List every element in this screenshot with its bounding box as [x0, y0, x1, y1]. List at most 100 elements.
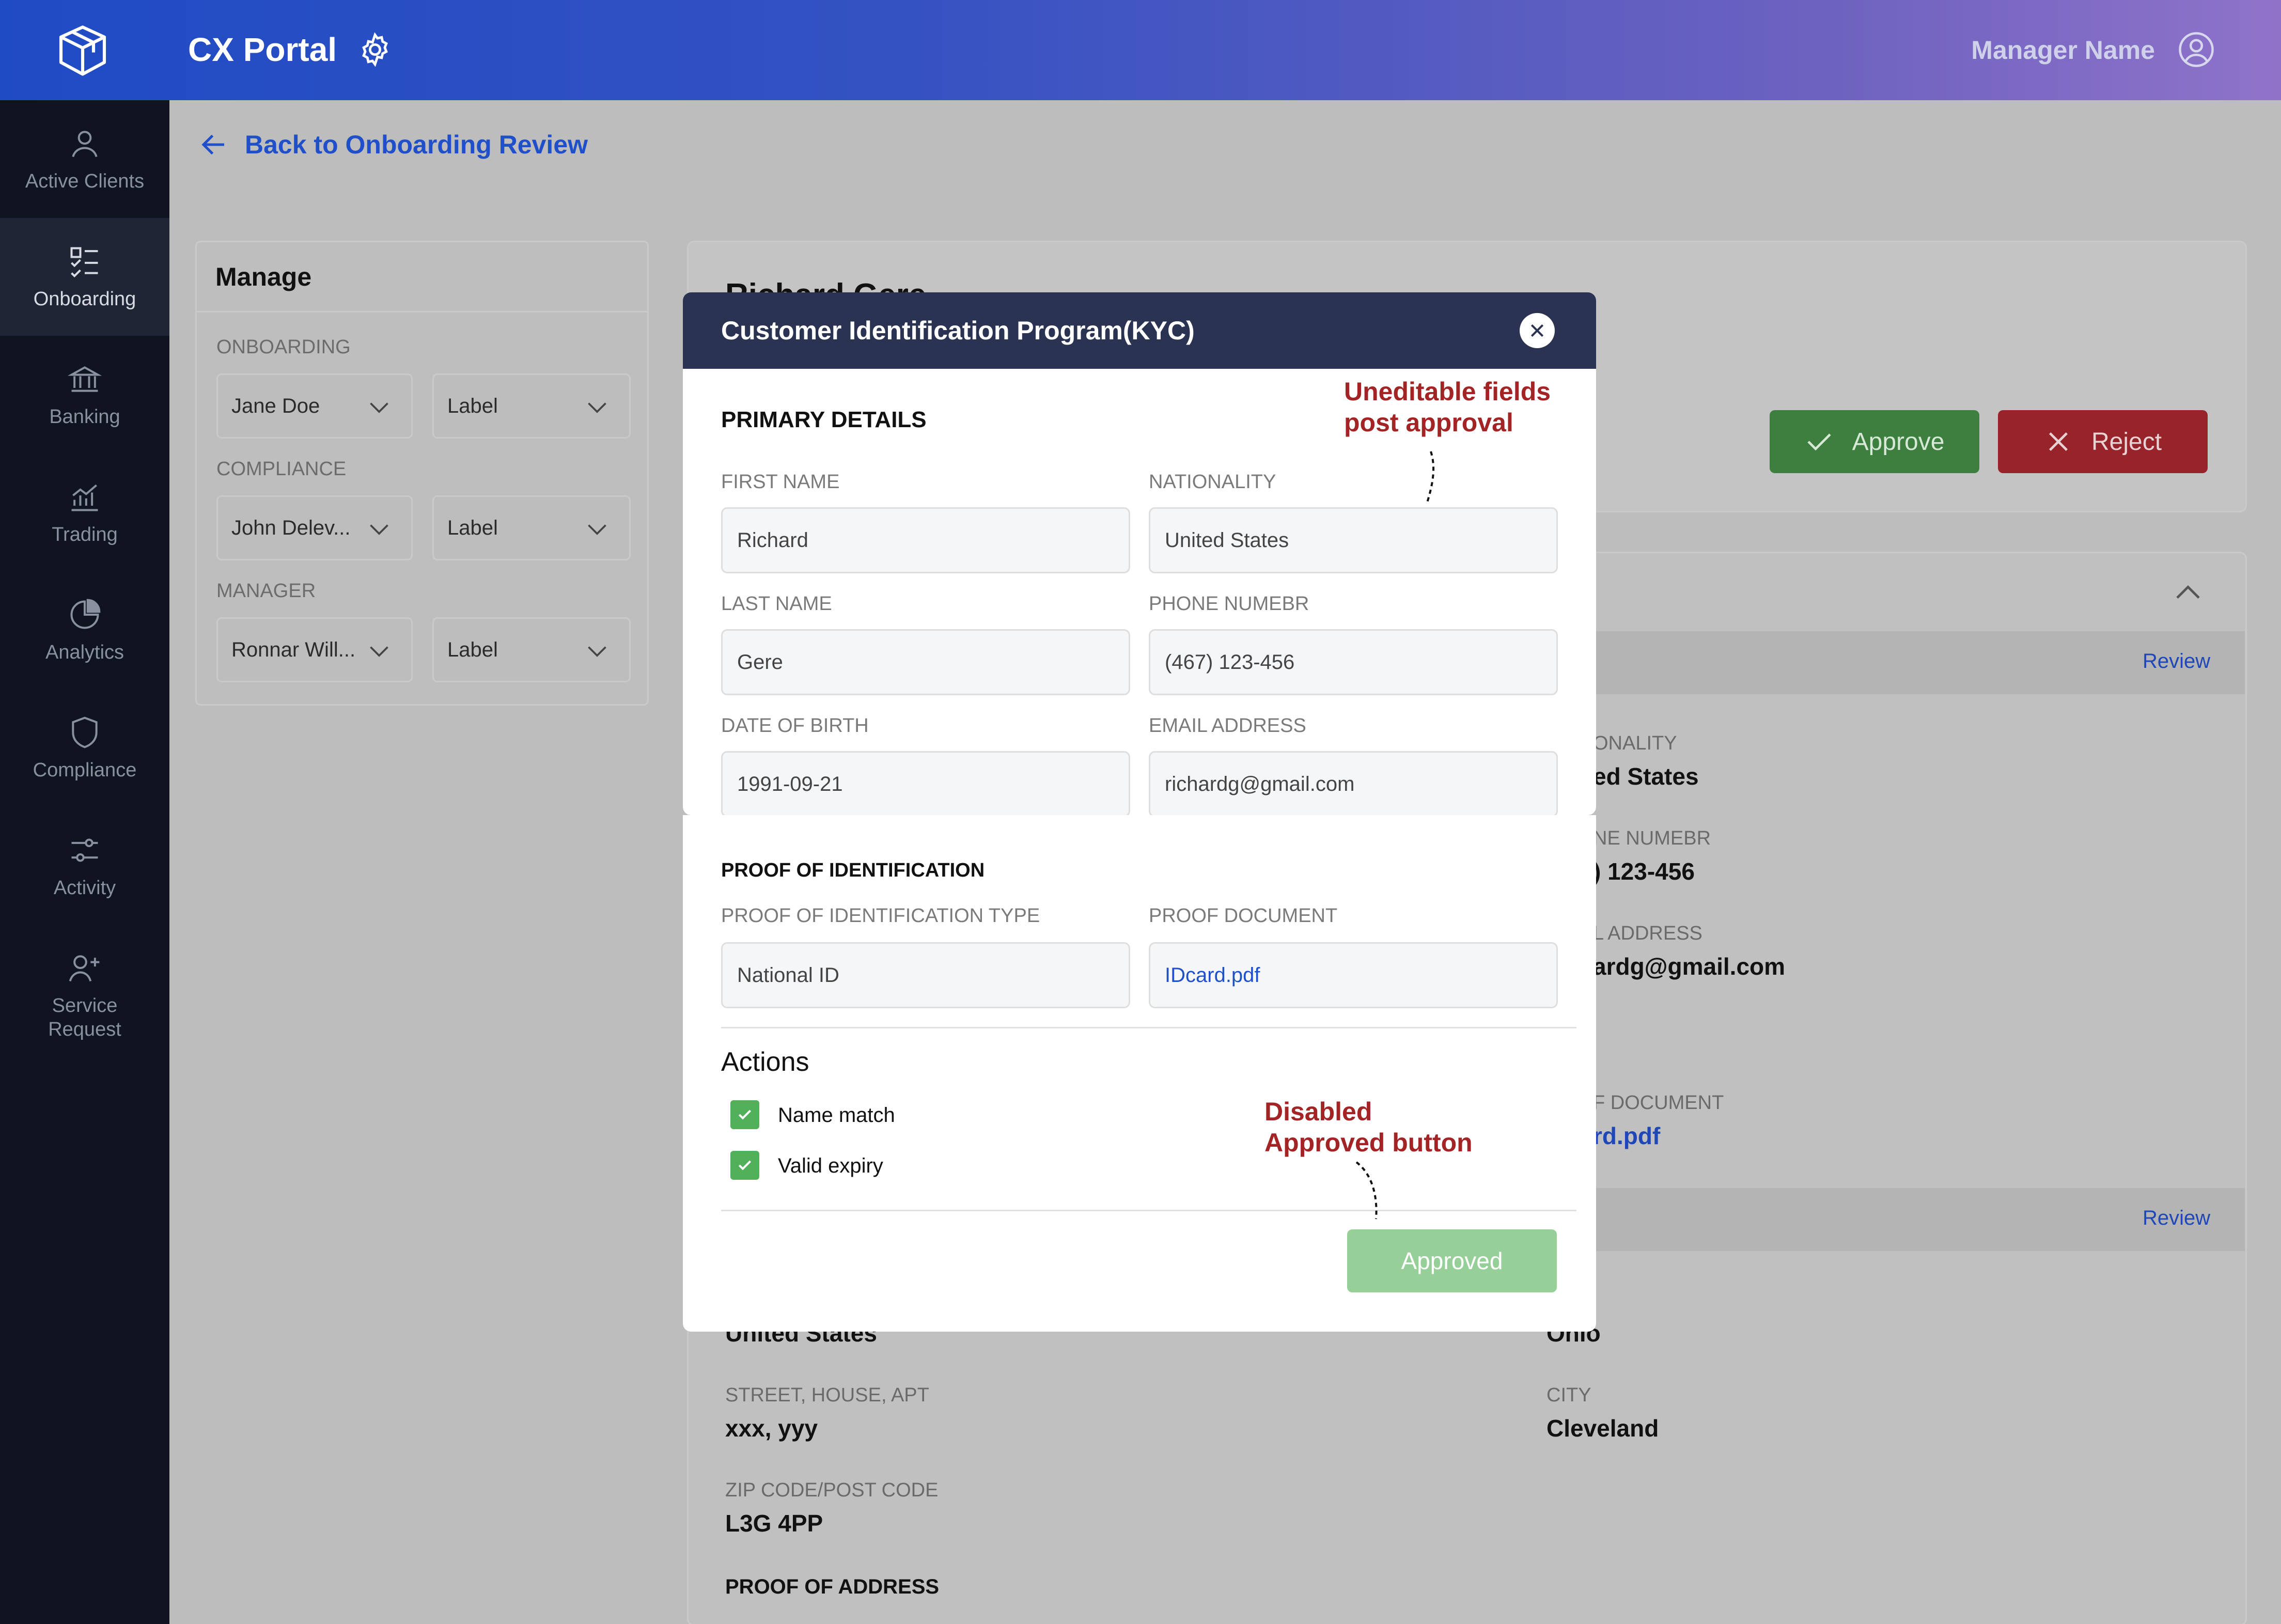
actions-title: Actions: [721, 1047, 809, 1077]
approved-button-disabled: Approved: [1347, 1229, 1557, 1292]
modal-title: Customer Identification Program(KYC): [721, 316, 1195, 345]
top-header: CX Portal Manager Name: [0, 0, 2281, 100]
kyc-modal-lower: PROOF OF IDENTIFICATION PROOF OF IDENTIF…: [683, 815, 1596, 1332]
address-review-link[interactable]: Review: [2143, 1207, 2210, 1230]
onboarding-label-select[interactable]: Label: [432, 373, 631, 439]
bg-nationality-label: ONALITY: [1593, 732, 1677, 754]
sidebar-item-label: Trading: [52, 524, 118, 545]
checklist-icon: [70, 247, 98, 278]
note-uneditable-fields: Uneditable fields post approval: [1344, 377, 1551, 437]
sidebar: Active Clients Onboarding Banking Tradin…: [0, 100, 169, 1624]
approve-button[interactable]: Approve: [1770, 410, 1979, 473]
proof-doc-link[interactable]: IDcard.pdf: [1149, 942, 1558, 1008]
select-value: Label: [447, 394, 498, 417]
chevron-down-icon: [370, 402, 388, 413]
chevron-down-icon: [370, 646, 388, 657]
chevron-up-icon[interactable]: [2174, 579, 2202, 607]
manager-assignee-select[interactable]: Ronnar Will...: [216, 617, 413, 682]
shield-icon: [72, 716, 98, 748]
sidebar-item-label: Active Clients: [25, 170, 145, 192]
user-icon: [72, 131, 98, 158]
onboarding-assignee-select[interactable]: Jane Doe: [216, 373, 413, 439]
manage-panel: Manage ONBOARDING Jane Doe Label COMPLIA…: [195, 241, 649, 706]
manager-label: MANAGER: [216, 580, 316, 602]
bank-icon: [67, 366, 102, 392]
sidebar-item-label: Onboarding: [33, 288, 136, 310]
bg-street-value: xxx, yyy: [725, 1415, 818, 1442]
sidebar-item-activity[interactable]: Activity: [0, 807, 169, 925]
name-match-checkbox[interactable]: [730, 1100, 759, 1129]
bg-zip-label: ZIP CODE/POST CODE: [725, 1479, 939, 1501]
bg-proof-doc-label: F DOCUMENT: [1593, 1092, 1724, 1114]
note-pointer-line: [1355, 1161, 1378, 1220]
sidebar-item-label: Activity: [53, 877, 116, 899]
select-value: Label: [447, 638, 498, 661]
reject-button[interactable]: Reject: [1998, 410, 2208, 473]
dob-field[interactable]: 1991-09-21: [721, 751, 1130, 815]
sidebar-item-service-request[interactable]: Service Request: [0, 925, 169, 1054]
sidebar-item-label: Service Request: [48, 995, 121, 1040]
sidebar-item-active-clients[interactable]: Active Clients: [0, 100, 169, 218]
divider: [721, 1027, 1576, 1028]
user-avatar-icon[interactable]: [2178, 31, 2215, 68]
sidebar-item-analytics[interactable]: Analytics: [0, 571, 169, 689]
chevron-down-icon: [588, 646, 606, 657]
divider: [721, 1210, 1576, 1211]
sidebar-item-banking[interactable]: Banking: [0, 336, 169, 454]
note-disabled-approved: Disabled Approved button: [1264, 1097, 1473, 1157]
bg-city-label: CITY: [1546, 1384, 1591, 1406]
kyc-modal: Customer Identification Program(KYC) PRI…: [683, 292, 1596, 815]
onboarding-label: ONBOARDING: [216, 336, 351, 358]
first-name-label: FIRST NAME: [721, 471, 840, 493]
back-link-label: Back to Onboarding Review: [245, 130, 588, 159]
dob-label: DATE OF BIRTH: [721, 715, 869, 737]
first-name-field[interactable]: Richard: [721, 507, 1130, 573]
sidebar-item-onboarding[interactable]: Onboarding: [0, 218, 169, 336]
select-value: Label: [447, 516, 498, 539]
bg-proof-doc-link[interactable]: rd.pdf: [1593, 1122, 1660, 1150]
sidebar-item-compliance[interactable]: Compliance: [0, 689, 169, 807]
bg-zip-value: L3G 4PP: [725, 1510, 823, 1537]
user-name[interactable]: Manager Name: [1971, 34, 2155, 66]
sliders-icon: [71, 838, 98, 862]
chevron-down-icon: [588, 402, 606, 413]
phone-label: PHONE NUMEBR: [1149, 593, 1309, 615]
modal-close-button[interactable]: [1520, 313, 1555, 348]
back-link[interactable]: Back to Onboarding Review: [198, 126, 588, 163]
valid-expiry-label: Valid expiry: [778, 1154, 883, 1177]
nationality-label: NATIONALITY: [1149, 471, 1276, 493]
phone-field[interactable]: (467) 123-456: [1149, 629, 1558, 695]
sidebar-item-trading[interactable]: Trading: [0, 454, 169, 571]
bg-street-label: STREET, HOUSE, APT: [725, 1384, 929, 1406]
proof-type-field[interactable]: National ID: [721, 942, 1130, 1008]
chevron-down-icon: [588, 524, 606, 535]
email-field[interactable]: richardg@gmail.com: [1149, 751, 1558, 815]
valid-expiry-checkbox[interactable]: [730, 1151, 759, 1180]
bg-email-label: L ADDRESS: [1593, 923, 1702, 944]
gear-icon[interactable]: [356, 31, 394, 68]
email-label: EMAIL ADDRESS: [1149, 715, 1306, 737]
package-logo-icon[interactable]: [54, 22, 112, 80]
check-icon: [1807, 433, 1831, 451]
reject-label: Reject: [2091, 428, 2162, 456]
compliance-assignee-select[interactable]: John Delev...: [216, 495, 413, 560]
bg-nationality-value: ed States: [1593, 763, 1699, 790]
nationality-field[interactable]: United States: [1149, 507, 1558, 573]
last-name-label: LAST NAME: [721, 593, 832, 615]
last-name-field[interactable]: Gere: [721, 629, 1130, 695]
add-user-icon: [69, 955, 100, 982]
kyc-review-link[interactable]: Review: [2143, 650, 2210, 673]
chevron-down-icon: [370, 524, 388, 535]
select-value: John Delev...: [231, 516, 351, 539]
note-pointer-line: [1426, 451, 1435, 505]
name-match-label: Name match: [778, 1104, 895, 1127]
proof-doc-label: PROOF DOCUMENT: [1149, 905, 1338, 927]
modal-header: Customer Identification Program(KYC): [683, 292, 1596, 369]
pie-icon: [70, 599, 101, 629]
close-icon: [1530, 324, 1544, 337]
bg-proof-address-title: PROOF OF ADDRESS: [725, 1575, 940, 1598]
select-value: Ronnar Will...: [231, 638, 356, 661]
compliance-label-select[interactable]: Label: [432, 495, 631, 560]
chart-icon: [71, 484, 98, 511]
manager-label-select[interactable]: Label: [432, 617, 631, 682]
